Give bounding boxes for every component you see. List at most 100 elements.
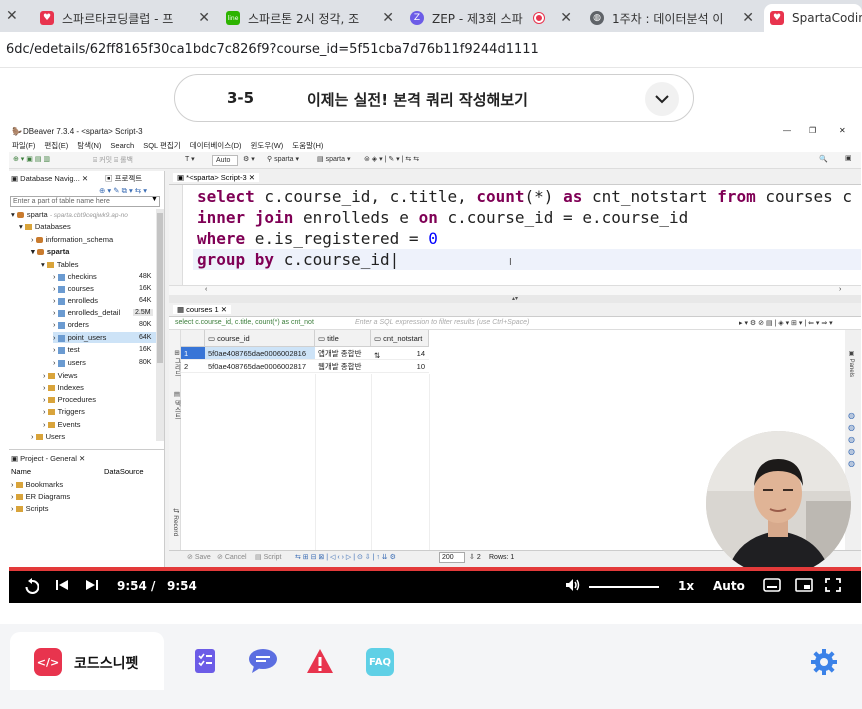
navigation-icons[interactable]: ⇆ ⊞ ⊟ ⊠ | ◁ ‹ › ▷ | ⊙ ⇩ | ↑ ⇊ ⚙ — [295, 551, 396, 565]
url-text[interactable]: 6dc/edetails/62ff8165f30ca1bdc7c826f9?co… — [6, 42, 539, 57]
menu-help[interactable]: 도움말(H) — [292, 140, 323, 151]
table-cell[interactable]: 10 — [371, 360, 429, 373]
table-cell[interactable]: 14 — [371, 347, 429, 360]
browser-tab-5[interactable]: ♥ SpartaCodin — [764, 4, 862, 32]
close-icon[interactable]: ✕ — [839, 126, 846, 135]
tree-connection[interactable]: ▾ sparta - sparta.cbt9ceqjwk9.ap-no — [11, 209, 128, 220]
next-icon[interactable] — [85, 578, 99, 596]
panel-tools-icons[interactable]: ◍ ◍ ◍ ◍ ◍ — [848, 410, 855, 470]
tree-users[interactable]: › Users — [31, 431, 65, 442]
search-icon[interactable]: 🔍 — [819, 155, 828, 163]
row-number[interactable]: 2 — [181, 360, 205, 373]
panel-splitter[interactable]: ▴▾ — [169, 295, 861, 303]
tree-information-schema[interactable]: › information_schema — [31, 234, 113, 245]
warning-icon[interactable] — [306, 648, 333, 674]
volume-icon[interactable] — [565, 578, 581, 596]
subtitles-icon[interactable] — [763, 578, 781, 596]
gear-icon[interactable] — [810, 648, 837, 675]
menu-sql-editor[interactable]: SQL 편집기 — [143, 140, 181, 151]
table-cell[interactable]: 5f0ae408765dae0006002817 — [205, 360, 315, 373]
record-mode-icon[interactable]: ⇵ Record — [171, 508, 179, 536]
code-line-2[interactable]: inner join enrolleds e on c.course_id = … — [197, 207, 688, 228]
lesson-header[interactable]: 3-5 이제는 실전! 본격 쿼리 작성해보기 — [174, 74, 694, 122]
chat-icon[interactable] — [248, 648, 277, 674]
checklist-icon[interactable] — [192, 648, 218, 674]
tree-triggers[interactable]: › Triggers — [43, 406, 85, 417]
menu-navigate[interactable]: 탐색(N) — [77, 140, 101, 151]
minimize-icon[interactable]: — — [783, 126, 791, 135]
row-number[interactable]: 1 — [181, 347, 205, 360]
tree-databases[interactable]: ▾ Databases — [19, 221, 71, 232]
table-filter-input[interactable]: Enter a part of table name here — [10, 196, 160, 207]
fullscreen-icon[interactable] — [825, 578, 841, 596]
script-button[interactable]: ▤ Script — [255, 551, 281, 565]
quality-setting[interactable]: Auto — [713, 579, 745, 593]
column-title[interactable]: ▭ title — [315, 330, 371, 347]
video-player[interactable]: 🦫 DBeaver 7.3.4 - <sparta> Script-3 — ❐ … — [9, 125, 861, 603]
tree-procedures[interactable]: › Procedures — [43, 394, 96, 405]
address-bar[interactable]: 6dc/edetails/62ff8165f30ca1bdc7c826f9?co… — [0, 32, 862, 68]
playback-speed[interactable]: 1x — [678, 579, 694, 593]
maximize-icon[interactable]: ❐ — [809, 126, 816, 135]
close-icon[interactable]: ✕ — [6, 8, 18, 24]
column-course-id[interactable]: ▭ course_id — [205, 330, 315, 347]
code-line-3[interactable]: where e.is_registered = 0 — [197, 228, 438, 249]
save-button[interactable]: ⊘ Save — [187, 551, 211, 565]
menu-search[interactable]: Search — [110, 141, 134, 150]
browser-tab-4[interactable]: ◍ 1주차 : 데이터분석 이 ✕ — [584, 4, 760, 32]
volume-slider[interactable] — [589, 586, 659, 588]
table-cell[interactable]: 웹개발 종합반 — [315, 360, 371, 373]
tab-project-general[interactable]: ▣ Project - General ✕ — [11, 452, 85, 465]
tree-bookmarks[interactable]: › Bookmarks — [11, 479, 63, 490]
menu-file[interactable]: 파일(F) — [12, 140, 35, 151]
results-tab[interactable]: ▦ courses 1 ✕ — [173, 305, 232, 314]
editor-tab[interactable]: ▣ *<sparta> Script-3 ✕ — [173, 173, 259, 182]
replay-icon[interactable] — [25, 578, 40, 598]
filter-input[interactable]: Enter a SQL expression to filter results… — [355, 319, 529, 326]
table-cell[interactable]: 5f0ae408765dae0006002816 — [205, 347, 315, 360]
tree-tables[interactable]: ▾ Tables — [41, 259, 79, 270]
menu-edit[interactable]: 편집(E) — [44, 140, 68, 151]
code-line-4[interactable]: group by c.course_id| — [197, 249, 399, 270]
tree-sparta-db[interactable]: ▾ sparta — [31, 246, 69, 257]
transaction-icon[interactable]: T ▾ — [185, 155, 195, 163]
close-icon[interactable]: ✕ — [742, 10, 754, 26]
menu-database[interactable]: 데이터베이스(D) — [190, 140, 242, 151]
scroll-left-icon[interactable]: ‹ — [205, 286, 207, 293]
text-mode-icon[interactable]: ▤ 텍스트 — [171, 390, 181, 419]
filter-tools-icon[interactable]: ▸ ▾ ⚙ ⊘ ▤ | ◈ ▾ ⊞ ▾ | ⇐ ▾ ⇒ ▾ — [739, 319, 833, 327]
commit-icon[interactable]: ⌸ 커밋 ⌸ 롤백 — [93, 155, 133, 165]
settings-icon[interactable]: ⚙ ▾ — [243, 155, 255, 163]
tree-er-diagrams[interactable]: › ER Diagrams — [11, 491, 70, 502]
tree-views[interactable]: › Views — [43, 370, 77, 381]
code-line-1[interactable]: select c.course_id, c.title, count(*) as… — [197, 186, 852, 207]
auto-commit-select[interactable]: Auto — [212, 155, 238, 166]
navigator-scrollbar[interactable] — [156, 209, 164, 441]
menu-window[interactable]: 윈도우(W) — [251, 140, 284, 151]
tab-database-navigator[interactable]: ▣ Database Navig... ✕ — [11, 172, 88, 185]
close-icon[interactable]: ✕ — [560, 10, 572, 26]
tools-icon[interactable]: ⊜ ◈ ▾ | ✎ ▾ | ⇆ ⇆ — [364, 155, 419, 163]
column-cnt-notstart[interactable]: ▭ cnt_notstart ⇅ — [371, 330, 429, 360]
code-snippet-button[interactable]: </> 코드스니펫 — [10, 632, 164, 690]
scroll-right-icon[interactable]: › — [839, 286, 841, 293]
filter-icon[interactable]: ▼ — [151, 196, 158, 203]
previous-icon[interactable] — [55, 578, 69, 596]
chevron-down-icon[interactable] — [645, 82, 679, 116]
picture-in-picture-icon[interactable] — [795, 578, 813, 596]
faq-icon[interactable]: FAQ — [366, 648, 394, 676]
sql-editor[interactable]: select c.course_id, c.title, count(*) as… — [169, 185, 861, 285]
cancel-button[interactable]: ⊘ Cancel — [217, 551, 247, 565]
perspective-icon[interactable]: ▣ — [845, 154, 852, 162]
connection-select[interactable]: ⚲ sparta ▾ — [267, 155, 299, 163]
schema-select[interactable]: ▤ sparta ▾ — [317, 155, 351, 163]
browser-tab-1[interactable]: ♥ 스파르타코딩클럽 - 프 ✕ — [34, 4, 216, 32]
panels-icon[interactable]: ▣ Panels — [848, 350, 855, 377]
close-icon[interactable]: ✕ — [382, 10, 394, 26]
close-icon[interactable]: ✕ — [198, 10, 210, 26]
editor-hscrollbar[interactable]: ‹ › — [169, 285, 861, 295]
table-cell[interactable]: 앱개발 종합반 — [315, 347, 371, 360]
row-count-icon[interactable]: ⇩ 2 — [469, 551, 481, 565]
tree-indexes[interactable]: › Indexes — [43, 382, 84, 393]
grid-mode-icon[interactable]: ⊞ 그리드 — [171, 350, 181, 377]
